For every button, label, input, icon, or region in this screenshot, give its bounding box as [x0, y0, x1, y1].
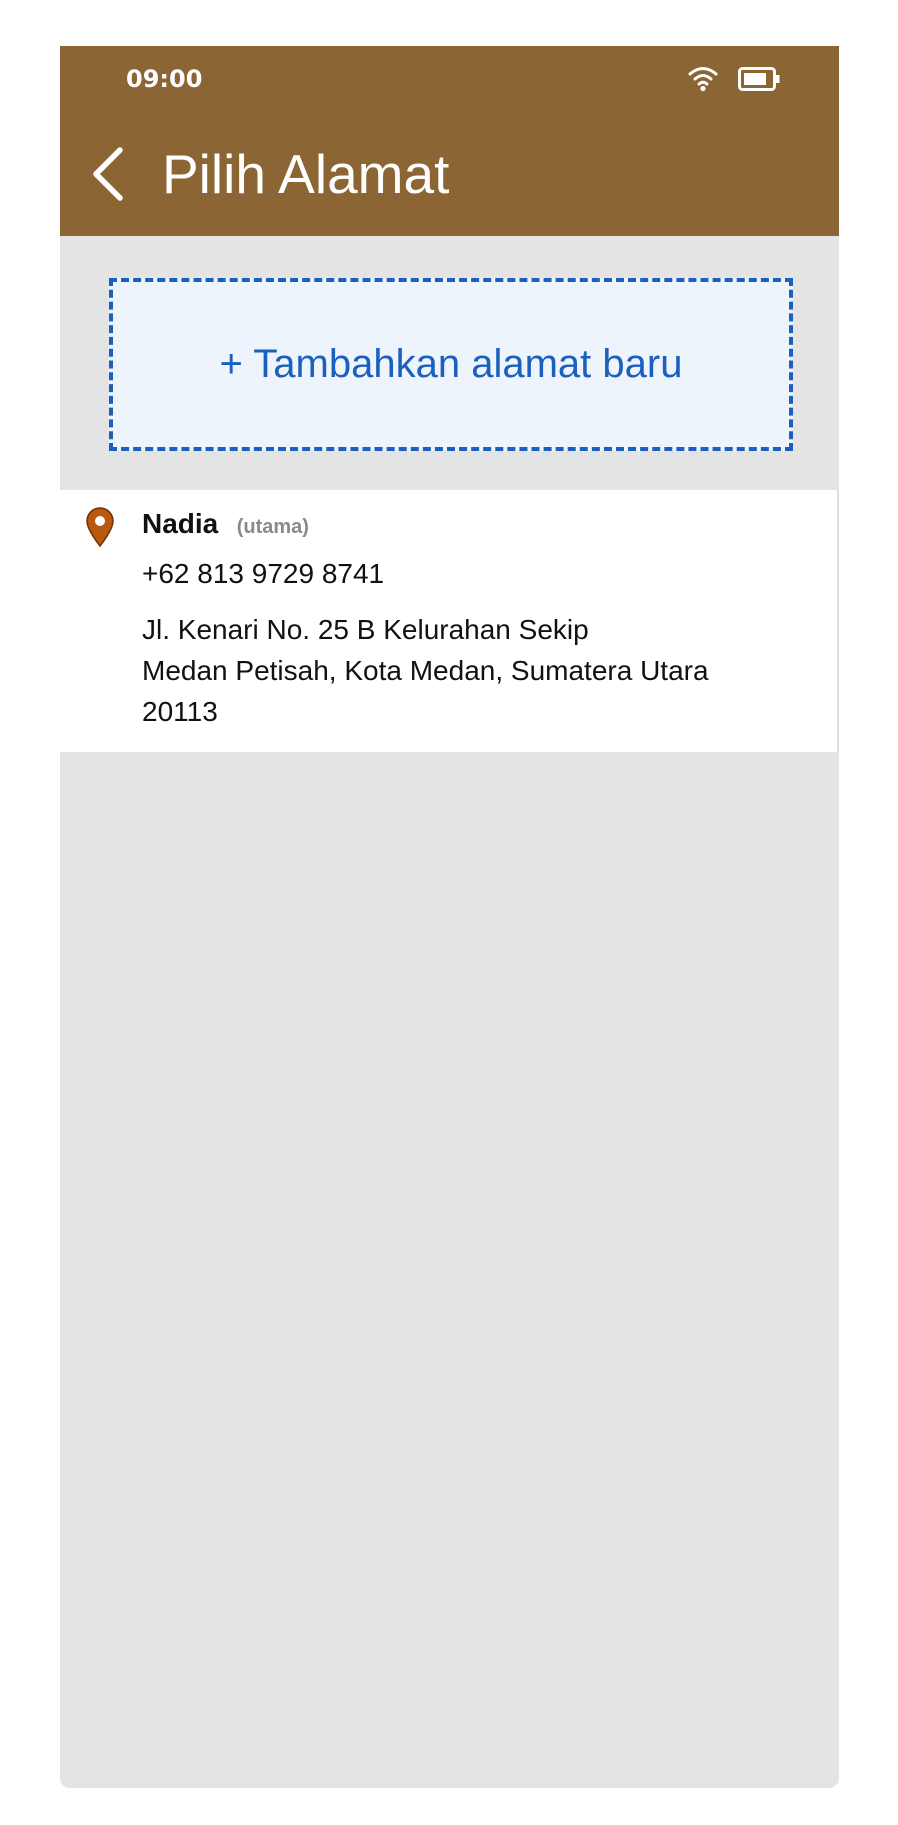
recipient-phone: +62 813 9729 8741: [142, 558, 385, 589]
battery-icon: [738, 67, 780, 91]
primary-badge: (utama): [236, 516, 309, 538]
address-card[interactable]: Nadia (utama) +62 813 9729 8741 Jl. Kena…: [60, 490, 839, 752]
phone-screen: 09:00 Pilih Alamat + Tambahkan alamat ba…: [60, 46, 839, 1788]
location-pin-icon: [86, 507, 114, 548]
chevron-left-icon: [93, 147, 123, 201]
status-time: 09:00: [126, 65, 203, 93]
address-line-1: Jl. Kenari No. 25 B Kelurahan Sekip: [142, 614, 589, 645]
address-line-3: 20113: [142, 696, 218, 727]
address-line-2: Medan Petisah, Kota Medan, Sumatera Utar…: [142, 655, 709, 686]
add-new-address-label: + Tambahkan alamat baru: [219, 342, 683, 386]
page-title: Pilih Alamat: [162, 143, 450, 205]
add-new-address-button[interactable]: + Tambahkan alamat baru: [109, 278, 793, 451]
app-header: 09:00 Pilih Alamat: [60, 46, 839, 236]
recipient-name: Nadia: [142, 508, 219, 539]
back-button[interactable]: [82, 138, 138, 210]
address-text: Jl. Kenari No. 25 B Kelurahan Sekip Meda…: [142, 609, 709, 732]
wifi-icon: [688, 67, 718, 92]
address-name-row: Nadia (utama): [142, 508, 309, 540]
